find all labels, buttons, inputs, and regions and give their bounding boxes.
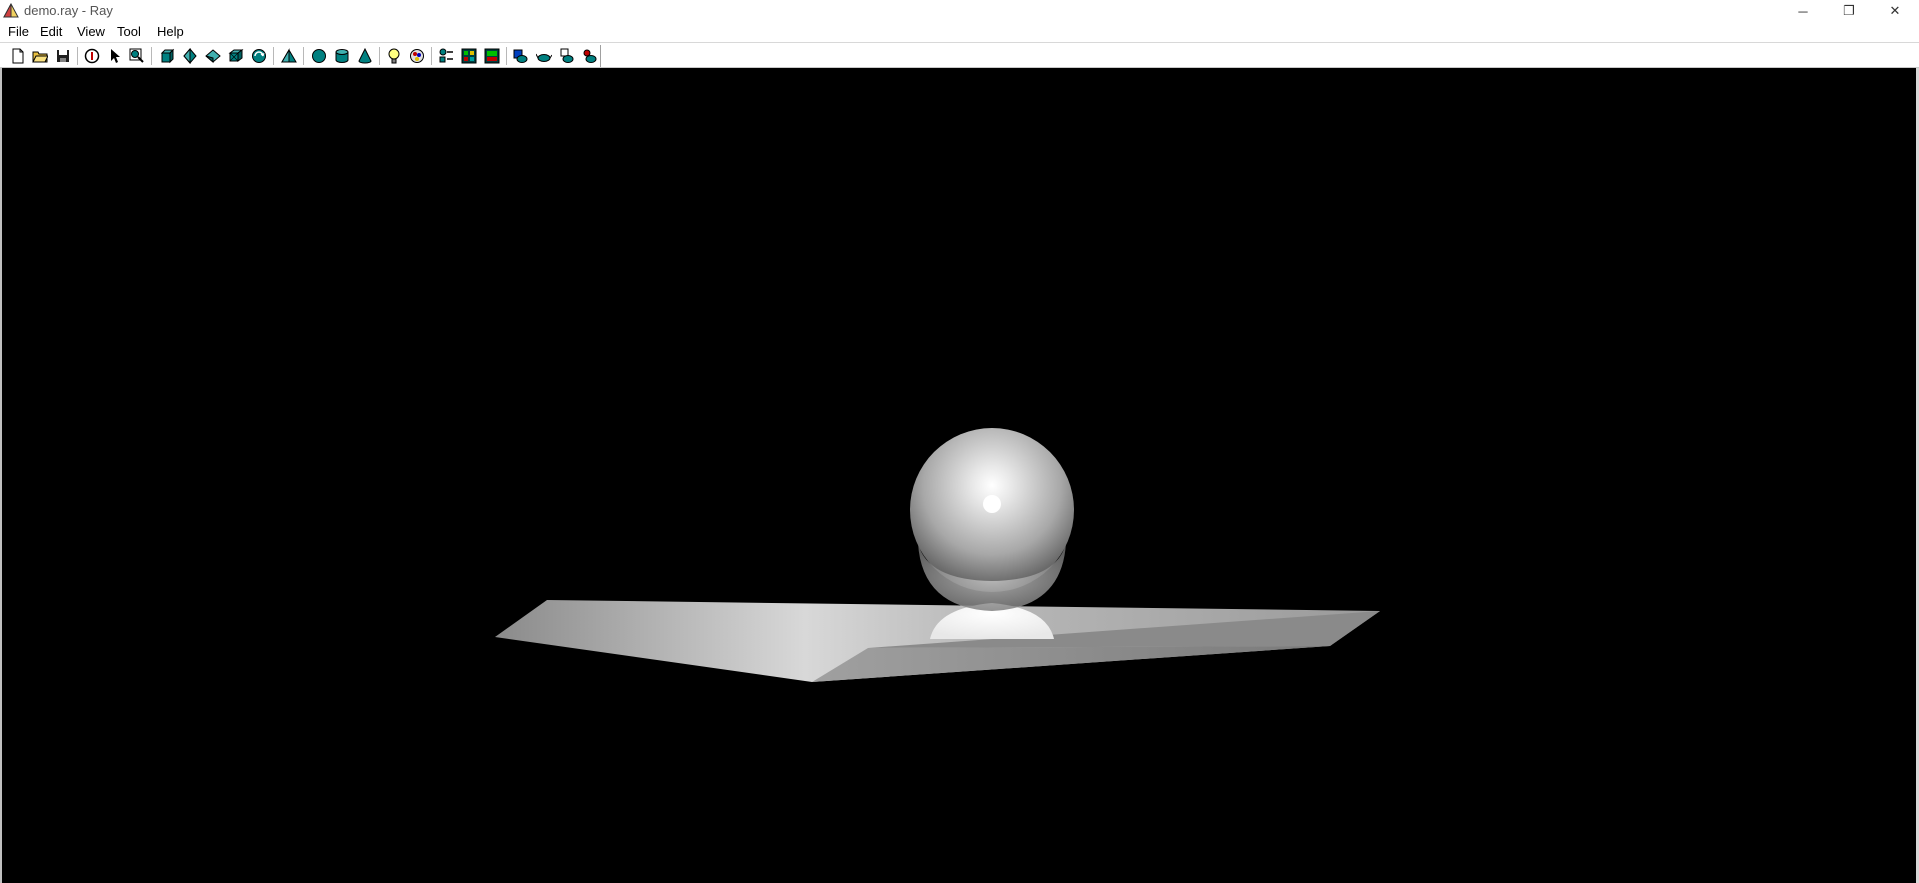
toolbar-separator [431, 47, 433, 65]
pyramid-icon [3, 3, 19, 19]
view-perspective-icon[interactable] [226, 47, 245, 65]
view-top-icon[interactable] [203, 47, 222, 65]
window-title: demo.ray - Ray [24, 3, 113, 18]
toolbar-separator [303, 47, 305, 65]
menu-file[interactable]: File [8, 24, 29, 40]
plane-front-face [812, 646, 1330, 682]
sphere-highlight [983, 495, 1001, 513]
add-sphere-icon[interactable] [309, 47, 328, 65]
info-icon[interactable] [82, 47, 101, 65]
render-viewport[interactable] [0, 68, 1919, 883]
add-cone-icon[interactable] [355, 47, 374, 65]
menu-tool[interactable]: Tool [117, 24, 141, 40]
view-rotate-icon[interactable] [249, 47, 268, 65]
add-cylinder-icon[interactable] [332, 47, 351, 65]
teapot-icon-4[interactable] [580, 47, 599, 65]
menu-help[interactable]: Help [157, 24, 184, 40]
select-arrow-icon[interactable] [105, 47, 124, 65]
minimize-button[interactable]: ─ [1780, 0, 1826, 22]
title-bar: demo.ray - Ray ─ ❐ ✕ [0, 0, 1919, 22]
plane-object[interactable] [495, 600, 1380, 682]
toolbar-separator [379, 47, 381, 65]
toolbar-separator [506, 47, 508, 65]
menu-view[interactable]: View [77, 24, 105, 40]
toolbar-separator [151, 47, 153, 65]
menu-edit[interactable]: Edit [40, 24, 62, 40]
material-icon[interactable] [407, 47, 426, 65]
scene-canvas [495, 428, 1380, 682]
toolbar [0, 42, 1919, 68]
toolbar-separator [77, 47, 79, 65]
render-icon[interactable] [459, 47, 478, 65]
sphere-object[interactable] [910, 428, 1074, 611]
menu-bar: File Edit View Tool Help [0, 22, 1919, 42]
close-button[interactable]: ✕ [1872, 0, 1918, 22]
object-list-icon[interactable] [436, 47, 455, 65]
open-folder-icon[interactable] [30, 47, 49, 65]
toolbar-separator [273, 47, 275, 65]
teapot-icon-3[interactable] [557, 47, 576, 65]
save-disk-icon[interactable] [53, 47, 72, 65]
toolbar-end-divider [600, 45, 601, 67]
teapot-icon-2[interactable] [534, 47, 553, 65]
view-front-icon[interactable] [157, 47, 176, 65]
render-save-icon[interactable] [482, 47, 501, 65]
teapot-icon[interactable] [511, 47, 530, 65]
view-side-icon[interactable] [180, 47, 199, 65]
maximize-button[interactable]: ❐ [1826, 0, 1872, 22]
new-file-icon[interactable] [8, 47, 27, 65]
add-light-icon[interactable] [384, 47, 403, 65]
add-plane-icon[interactable] [279, 47, 298, 65]
zoom-icon[interactable] [127, 47, 146, 65]
